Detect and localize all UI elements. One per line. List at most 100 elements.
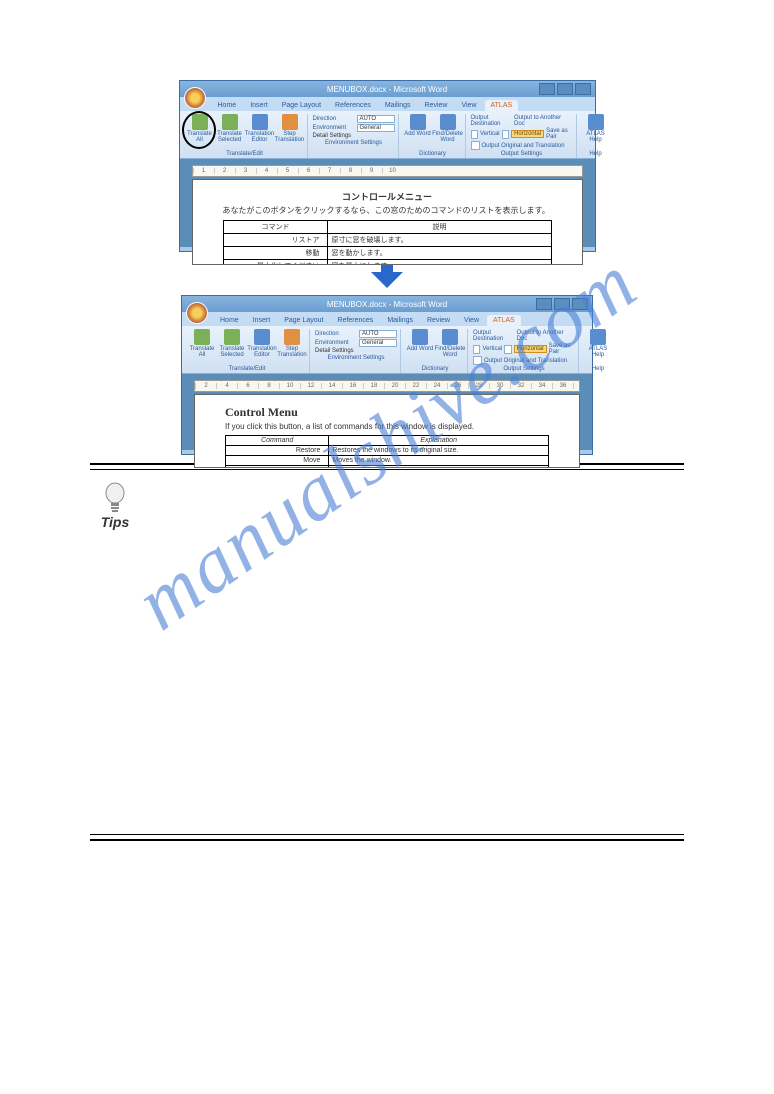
tips-label: Tips bbox=[90, 514, 140, 530]
tab-page-layout[interactable]: Page Layout bbox=[276, 100, 327, 111]
save-pair-button[interactable]: Save as Pair bbox=[549, 343, 575, 355]
titlebar: MENUBOX.docx - Microsoft Word bbox=[180, 81, 595, 97]
minimize-icon[interactable] bbox=[539, 83, 555, 95]
ribbon: Translate All Translate Selected Transla… bbox=[182, 326, 592, 374]
tab-mailings[interactable]: Mailings bbox=[381, 315, 419, 326]
tab-home[interactable]: Home bbox=[214, 315, 245, 326]
environment-select[interactable]: General bbox=[359, 339, 397, 347]
group-label: Output Settings bbox=[501, 150, 542, 158]
maximize-icon[interactable] bbox=[554, 298, 570, 310]
translate-selected-button[interactable]: Translate Selected bbox=[218, 329, 246, 358]
office-button[interactable] bbox=[184, 87, 206, 109]
tab-insert[interactable]: Insert bbox=[244, 100, 274, 111]
translate-all-highlight bbox=[182, 111, 216, 149]
tab-review[interactable]: Review bbox=[419, 100, 454, 111]
output-dest-select[interactable]: Output to Another Doc bbox=[514, 115, 572, 127]
group-translate: Translate All Translate Selected Transla… bbox=[185, 329, 310, 373]
step-translation-button[interactable]: Step Translation bbox=[278, 329, 306, 358]
group-help: ATLAS Help Help bbox=[581, 329, 615, 373]
doc-title: Control Menu bbox=[225, 405, 549, 420]
window-title: MENUBOX.docx - Microsoft Word bbox=[327, 300, 447, 309]
translate-selected-button[interactable]: Translate Selected bbox=[216, 114, 244, 143]
group-dict: Add Word Find/Delete Word Dictionary bbox=[403, 329, 468, 373]
translate-all-button[interactable]: Translate All bbox=[188, 329, 216, 358]
add-word-button[interactable]: Add Word bbox=[404, 114, 432, 137]
output-orig-checkbox[interactable] bbox=[471, 141, 480, 150]
direction-select[interactable]: AUTO bbox=[359, 330, 397, 338]
window-title: MENUBOX.docx - Microsoft Word bbox=[327, 85, 447, 94]
doc-table: コマンド説明 リストア原寸に窓を破壊します。 移動窓を動かします。 最小化してく… bbox=[223, 220, 552, 265]
close-icon[interactable] bbox=[572, 298, 588, 310]
output-dest-label: Output Destination bbox=[473, 330, 515, 342]
horizontal-checkbox[interactable] bbox=[502, 130, 509, 139]
th-explanation: Explanation bbox=[329, 436, 549, 446]
doc-subtitle: If you click this button, a list of comm… bbox=[225, 422, 549, 431]
tab-atlas[interactable]: ATLAS bbox=[487, 315, 521, 326]
doc-title: コントロールメニュー bbox=[223, 190, 552, 203]
ribbon-tabs: Home Insert Page Layout References Maili… bbox=[182, 312, 592, 326]
th-explanation: 説明 bbox=[328, 221, 551, 234]
window-controls bbox=[539, 83, 591, 95]
tab-references[interactable]: References bbox=[332, 315, 380, 326]
tab-review[interactable]: Review bbox=[421, 315, 456, 326]
add-word-button[interactable]: Add Word bbox=[406, 329, 434, 352]
tab-page-layout[interactable]: Page Layout bbox=[278, 315, 329, 326]
tips-icon-block: Tips bbox=[90, 482, 140, 530]
table-row: MinimizeMinimizes the window. bbox=[226, 466, 549, 469]
atlas-help-button[interactable]: ATLAS Help bbox=[582, 114, 610, 143]
table-row: 移動窓を動かします。 bbox=[223, 247, 551, 260]
document-area: 12345678910 コントロールメニュー あなたがこのボタンをクリックするな… bbox=[180, 159, 595, 247]
th-command: Command bbox=[226, 436, 329, 446]
step-translation-button[interactable]: Step Translation bbox=[276, 114, 304, 143]
word-window-1: MENUBOX.docx - Microsoft Word Home Inser… bbox=[179, 80, 596, 252]
ruler: 12345678910 bbox=[192, 165, 583, 177]
direction-label: Direction bbox=[313, 116, 355, 122]
find-delete-word-button[interactable]: Find/Delete Word bbox=[434, 114, 462, 143]
tab-references[interactable]: References bbox=[329, 100, 377, 111]
lightbulb-icon bbox=[103, 482, 127, 514]
environment-select[interactable]: General bbox=[357, 124, 395, 132]
ribbon-tabs: Home Insert Page Layout References Maili… bbox=[180, 97, 595, 111]
group-label: Help bbox=[589, 150, 601, 158]
table-row: 最小化してください窓を最小にします。 bbox=[223, 260, 551, 266]
office-button[interactable] bbox=[186, 302, 208, 324]
group-label: Environment Settings bbox=[327, 354, 384, 362]
window-controls bbox=[536, 298, 588, 310]
group-label: Translate/Edit bbox=[226, 150, 263, 158]
document-area: 246810121416182022242628303234363840 Con… bbox=[182, 374, 592, 450]
table-row: RestoreRestores the windows to its origi… bbox=[226, 446, 549, 456]
tab-mailings[interactable]: Mailings bbox=[379, 100, 417, 111]
group-dict: Add Word Find/Delete Word Dictionary bbox=[401, 114, 466, 158]
word-window-2: MENUBOX.docx - Microsoft Word Home Inser… bbox=[181, 295, 593, 455]
ruler: 246810121416182022242628303234363840 bbox=[194, 380, 580, 392]
ribbon: Translate All Translate Selected Transla… bbox=[180, 111, 595, 159]
tab-view[interactable]: View bbox=[458, 315, 485, 326]
minimize-icon[interactable] bbox=[536, 298, 552, 310]
vertical-checkbox[interactable] bbox=[473, 345, 480, 354]
translation-editor-button[interactable]: Translation Editor bbox=[246, 114, 274, 143]
document-page: コントロールメニュー あなたがこのボタンをクリックするなら、この窓のためのコマン… bbox=[192, 179, 583, 265]
group-label: Output Settings bbox=[503, 365, 544, 373]
translation-editor-button[interactable]: Translation Editor bbox=[248, 329, 276, 358]
vertical-checkbox[interactable] bbox=[471, 130, 478, 139]
titlebar: MENUBOX.docx - Microsoft Word bbox=[182, 296, 592, 312]
tips-section: Tips bbox=[90, 482, 684, 530]
tab-view[interactable]: View bbox=[455, 100, 482, 111]
output-dest-select[interactable]: Output to Another Doc bbox=[517, 330, 575, 342]
group-help: ATLAS Help Help bbox=[579, 114, 613, 158]
tab-insert[interactable]: Insert bbox=[247, 315, 277, 326]
atlas-help-button[interactable]: ATLAS Help bbox=[584, 329, 612, 358]
tab-atlas[interactable]: ATLAS bbox=[485, 100, 519, 111]
horizontal-checkbox[interactable] bbox=[504, 345, 511, 354]
document-page: Control Menu If you click this button, a… bbox=[194, 394, 580, 468]
find-delete-word-button[interactable]: Find/Delete Word bbox=[436, 329, 464, 358]
close-icon[interactable] bbox=[575, 83, 591, 95]
save-pair-button[interactable]: Save as Pair bbox=[546, 128, 572, 140]
tab-home[interactable]: Home bbox=[212, 100, 243, 111]
doc-subtitle: あなたがこのボタンをクリックするなら、この窓のためのコマンドのリストを表示します… bbox=[223, 205, 552, 216]
direction-select[interactable]: AUTO bbox=[357, 115, 395, 123]
output-orig-checkbox[interactable] bbox=[473, 356, 482, 365]
group-label: Dictionary bbox=[419, 150, 446, 158]
environment-label: Environment bbox=[315, 340, 357, 346]
maximize-icon[interactable] bbox=[557, 83, 573, 95]
